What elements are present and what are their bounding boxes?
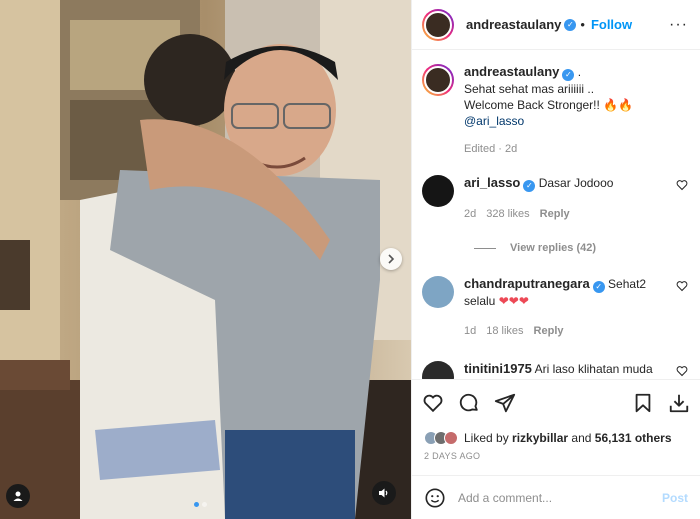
audio-icon — [379, 488, 388, 498]
author-username[interactable]: andreastaulany — [466, 17, 561, 32]
comment-age: 2d — [464, 208, 477, 220]
post-media[interactable] — [0, 0, 411, 519]
emoji-icon[interactable] — [424, 487, 446, 509]
comment-like-icon[interactable] — [676, 365, 688, 377]
verified-icon: ✓ — [564, 18, 577, 31]
comment-likes[interactable]: 328 likes — [486, 206, 529, 222]
caption-line: Sehat sehat mas ariiiiii .. — [464, 82, 595, 96]
reply-button[interactable]: Reply — [534, 323, 564, 339]
liker-avatars — [424, 431, 458, 445]
post-timestamp: 2 DAYS AGO — [424, 451, 481, 461]
verified-icon: ✓ — [562, 69, 575, 81]
comment-likes[interactable]: 18 likes — [486, 323, 523, 339]
heart-emoji: ❤❤❤ — [498, 294, 529, 308]
avatar[interactable] — [422, 276, 454, 308]
post-comment-button[interactable]: Post — [662, 491, 688, 505]
post-photo — [0, 0, 411, 519]
comment-text: Sehat2 — [608, 277, 647, 291]
post-viewer: andreastaulany ✓ • Follow ··· andreastau… — [0, 0, 700, 519]
save-icon[interactable] — [632, 392, 654, 414]
avatar[interactable] — [422, 8, 454, 41]
comment-icon[interactable] — [458, 392, 480, 414]
action-bar — [412, 379, 700, 425]
comment-item: tinitini1975 Ari laso klihatan muda — [422, 361, 688, 379]
comment-like-icon[interactable] — [676, 179, 688, 191]
post-panel: andreastaulany ✓ • Follow ··· andreastau… — [411, 0, 700, 519]
carousel-indicator — [194, 502, 207, 507]
avatar[interactable] — [422, 64, 454, 96]
caption-author[interactable]: andreastaulany — [464, 64, 559, 79]
avatar[interactable] — [422, 175, 454, 207]
likes-count[interactable]: 56,131 others — [595, 431, 672, 445]
user-tag-button[interactable] — [6, 484, 30, 508]
caption-line: Welcome Back Stronger!! 🔥🔥 — [464, 98, 634, 112]
comment-input[interactable]: Add a comment... — [458, 491, 650, 505]
comment-username[interactable]: ari_lasso — [464, 175, 520, 190]
more-options-icon[interactable]: ··· — [669, 16, 688, 34]
liked-by-user[interactable]: rizkybillar — [512, 431, 568, 445]
audio-toggle-button[interactable] — [372, 481, 396, 505]
comments-section[interactable]: andreastaulany ✓ . Sehat sehat mas ariiii… — [412, 50, 700, 379]
add-comment-bar: Add a comment... Post — [412, 475, 700, 519]
comment-username[interactable]: tinitini1975 — [464, 361, 532, 376]
verified-icon: ✓ — [523, 180, 536, 192]
edited-label: Edited · 2d — [464, 143, 518, 155]
likes-summary: Liked by rizkybillar and 56,131 others — [412, 425, 700, 451]
caption-mention[interactable]: @ari_lasso — [464, 113, 633, 129]
comment-username[interactable]: chandraputranegara — [464, 276, 590, 291]
reply-button[interactable]: Reply — [540, 206, 570, 222]
comment-text: selalu — [464, 294, 496, 308]
avatar[interactable] — [422, 361, 454, 379]
download-icon[interactable] — [668, 392, 690, 414]
verified-icon: ✓ — [592, 281, 605, 293]
comment-like-icon[interactable] — [676, 280, 688, 292]
follow-button[interactable]: Follow — [591, 17, 632, 32]
share-icon[interactable] — [494, 392, 516, 414]
chevron-right-icon — [388, 254, 395, 264]
next-slide-button[interactable] — [380, 248, 402, 270]
comment-item: ari_lasso ✓ Dasar Jodooo 2d 328 likes Rep… — [422, 175, 688, 222]
user-tag-icon — [13, 491, 23, 501]
comment-text: Ari laso klihatan muda — [534, 362, 653, 376]
comment-age: 1d — [464, 325, 477, 337]
carousel-dot — [202, 502, 207, 507]
view-replies-button[interactable]: View replies (42) — [474, 242, 688, 254]
post-header: andreastaulany ✓ • Follow ··· — [412, 0, 700, 50]
comment-item: chandraputranegara ✓ Sehat2 selalu ❤❤❤ 1d… — [422, 276, 688, 339]
comment-text: Dasar Jodooo — [538, 176, 614, 190]
like-icon[interactable] — [422, 392, 444, 414]
carousel-dot — [194, 502, 199, 507]
caption: andreastaulany ✓ . Sehat sehat mas ariiii… — [422, 64, 688, 157]
